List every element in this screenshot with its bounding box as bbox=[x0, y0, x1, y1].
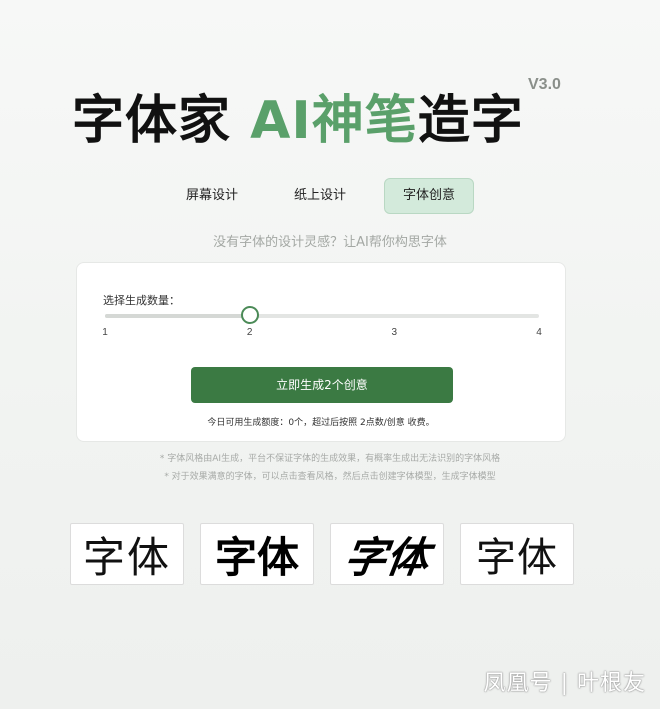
disclaimer-note: * 字体风格由AI生成，平台不保证字体的生成效果，有概率生成出无法识别的字体风格 bbox=[159, 454, 501, 464]
sample-text: 字体 bbox=[476, 535, 558, 581]
tab-font-creative[interactable]: 字体创意 bbox=[384, 178, 474, 214]
title-highlight: AI神笔 bbox=[250, 91, 418, 151]
mode-tabs: 屏幕设计 纸上设计 字体创意 bbox=[168, 178, 474, 214]
sample-card-2[interactable]: 字体 bbox=[200, 523, 314, 585]
quantity-slider-track[interactable] bbox=[105, 314, 539, 318]
version-badge: V3.0 bbox=[528, 76, 561, 93]
sample-card-1[interactable]: 字体 bbox=[70, 523, 184, 585]
page-title: 字体家 AI神笔造字 bbox=[72, 78, 524, 151]
tip-note: * 对于效果满意的字体，可以点击查看风格，然后点击创建字体模型，生成字体模型 bbox=[164, 472, 496, 482]
sample-card-4[interactable]: 字体 bbox=[460, 523, 574, 585]
page-subtitle: 没有字体的设计灵感？让AI帮你构思字体 bbox=[213, 235, 447, 250]
generate-button[interactable]: 立即生成2个创意 bbox=[191, 367, 453, 403]
title-suffix: 造字 bbox=[417, 91, 524, 151]
sample-gallery: 字体 字体 字体 字体 bbox=[70, 523, 574, 585]
quantity-slider-fill bbox=[105, 314, 250, 318]
sample-text: 字体 bbox=[341, 532, 433, 582]
quantity-slider-thumb[interactable] bbox=[240, 306, 259, 324]
sample-text: 字体 bbox=[214, 532, 299, 582]
tab-paper-design[interactable]: 纸上设计 bbox=[276, 178, 364, 214]
slider-tick-4: 4 bbox=[536, 327, 542, 338]
slider-tick-2: 2 bbox=[246, 327, 253, 338]
quota-text: 今日可用生成额度：0个，超过后按照 2点数/创意 收费。 bbox=[207, 418, 435, 428]
sample-text: 字体 bbox=[82, 532, 171, 582]
tab-screen-design[interactable]: 屏幕设计 bbox=[168, 178, 256, 214]
slider-tick-3: 3 bbox=[391, 327, 398, 338]
generator-card: 选择生成数量： 1 2 3 4 立即生成2个创意 今日可用生成额度：0个，超过后… bbox=[76, 262, 566, 442]
title-brand: 字体家 bbox=[72, 91, 251, 151]
sample-card-3[interactable]: 字体 bbox=[330, 523, 444, 585]
watermark: 凤凰号 | 叶根友 bbox=[483, 671, 646, 696]
slider-tick-1: 1 bbox=[102, 327, 108, 338]
quantity-label: 选择生成数量： bbox=[103, 294, 180, 307]
